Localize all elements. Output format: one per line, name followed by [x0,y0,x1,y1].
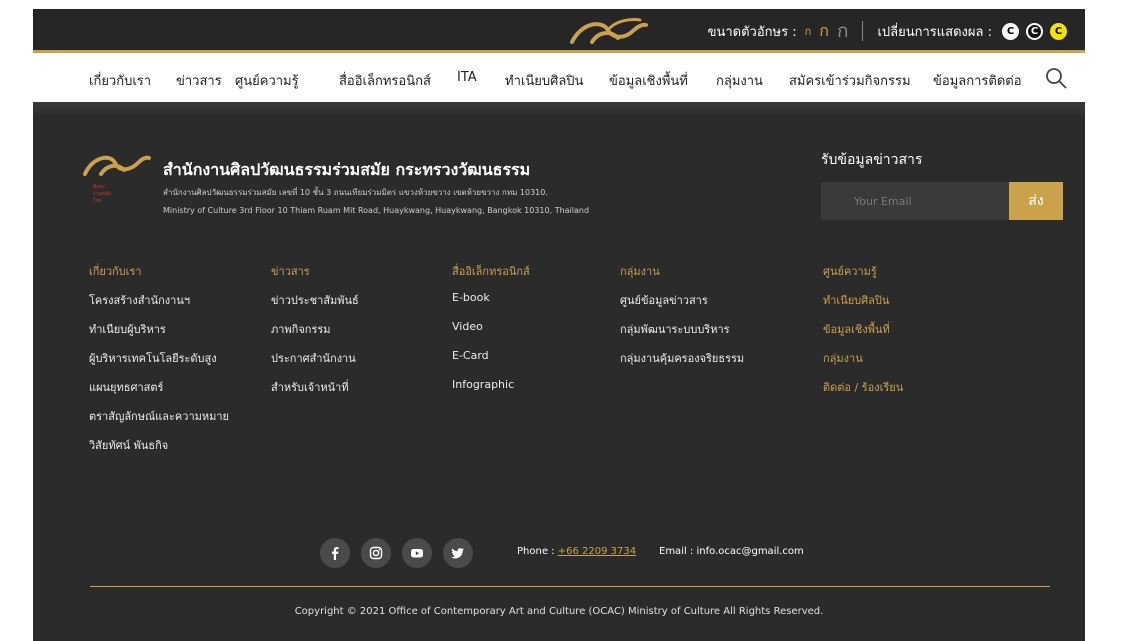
youtube-icon[interactable] [402,538,432,568]
footer-link[interactable]: Infographic [452,378,530,407]
footer-link[interactable]: Video [452,320,530,349]
font-size-medium-button[interactable]: ก [819,19,829,44]
footer-link[interactable]: โครงสร้างสำนักงานฯ [89,291,229,320]
footer-link[interactable]: ภาพกิจกรรม [271,320,359,349]
column-heading[interactable]: สื่ออิเล็กทรอนิกส์ [452,262,530,291]
org-logo-caption: ศิลปะ ร่วมสมัย ไทย [93,184,112,204]
footer-link[interactable]: ทำเนียบผู้บริหาร [89,320,229,349]
nav-item-e-media[interactable]: สื่ออิเล็กทรอนิกส์ [339,70,431,91]
footer-link[interactable]: E-book [452,291,530,320]
phone-link[interactable]: +66 2209 3734 [558,546,636,557]
instagram-icon[interactable] [361,538,391,568]
nav-item-spatial-data[interactable]: ข้อมูลเชิงพื้นที่ [609,70,688,91]
search-icon[interactable] [1044,66,1068,90]
nav-item-work-groups[interactable]: กลุ่มงาน [716,70,763,91]
footer-link[interactable]: ศูนย์ข้อมูลข่าวสาร [620,291,744,320]
address-english: Ministry of Culture 3rd Floor 10 Thiam R… [163,206,590,215]
footer-link[interactable]: กลุ่มงาน [823,349,903,378]
org-logo: ศิลปะ ร่วมสมัย ไทย [81,150,151,206]
nav-item-news[interactable]: ข่าวสาร [176,70,222,91]
footer-column-work-groups: กลุ่มงาน ศูนย์ข้อมูลข่าวสาร กลุ่มพัฒนาระ… [620,262,744,378]
phone-label: Phone : [517,546,558,557]
main-nav: เกี่ยวกับเรา ข่าวสาร ศูนย์ความรู้ สื่ออิ… [33,56,1085,102]
footer-link[interactable]: ตราสัญลักษณ์และความหมาย [89,407,229,436]
footer-column-knowledge: ศูนย์ความรู้ ทำเนียบศิลปิน ข้อมูลเชิงพื้… [823,262,903,407]
footer-link[interactable]: ข่าวประชาสัมพันธ์ [271,291,359,320]
contact-phone: Phone : +66 2209 3734 [517,546,636,557]
footer-column-news: ข่าวสาร ข่าวประชาสัมพันธ์ ภาพกิจกรรม ประ… [271,262,359,407]
font-size-label: ขนาดตัวอักษร : [707,24,797,40]
footer-link[interactable]: ทำเนียบศิลปิน [823,291,903,320]
column-heading[interactable]: ข่าวสาร [271,262,359,291]
contact-email[interactable]: Email : info.ocac@gmail.com [659,546,804,557]
copyright-text: Copyright © 2021 Office of Contemporary … [294,606,824,617]
newsletter-send-button[interactable]: ส่ง [1009,182,1063,220]
nav-item-contact[interactable]: ข้อมูลการติดต่อ [933,70,1022,91]
footer-link[interactable]: กลุ่มงานคุ้มครองจริยธรรม [620,349,744,378]
footer-link[interactable]: E-Card [452,349,530,378]
footer-column-e-media: สื่ออิเล็กทรอนิกส์ E-book Video E-Card I… [452,262,530,407]
font-size-small-button[interactable]: ก [805,22,812,40]
accessibility-controls: ขนาดตัวอักษร : ก ก ก เปลี่ยนการแสดงผล : … [708,9,1067,53]
column-heading[interactable]: ศูนย์ความรู้ [823,262,903,291]
display-mode-label: เปลี่ยนการแสดงผล : [877,24,992,40]
footer-link[interactable]: ข้อมูลเชิงพื้นที่ [823,320,903,349]
nav-item-ita[interactable]: ITA [457,70,477,85]
footer-link[interactable]: สำหรับเจ้าหน้าที่ [271,378,359,407]
footer-link[interactable]: วิสัยทัศน์ พันธกิจ [89,436,229,465]
footer-link[interactable]: ประกาศสำนักงาน [271,349,359,378]
font-size-large-button[interactable]: ก [837,16,849,46]
footer-link[interactable]: แผนยุทธศาสตร์ [89,378,229,407]
twitter-icon[interactable] [443,538,473,568]
footer-top-strip [33,102,1085,118]
footer-link[interactable]: ผู้บริหารเทคโนโลยีระดับสูง [89,349,229,378]
footer-column-about: เกี่ยวกับเรา โครงสร้างสำนักงานฯ ทำเนียบผ… [89,262,229,465]
footer-divider [90,586,1050,587]
nav-item-artists[interactable]: ทำเนียบศิลปิน [505,70,583,91]
ocac-logo-icon[interactable] [568,16,648,46]
contrast-yellow-button[interactable]: C [1050,22,1067,40]
social-links [320,538,484,568]
ocac-emblem-icon [83,155,151,176]
footer-link[interactable]: กลุ่มพัฒนาระบบบริหาร [620,320,744,349]
nav-item-about[interactable]: เกี่ยวกับเรา [89,70,151,91]
nav-item-join-activities[interactable]: สมัครเข้าร่วมกิจกรรม [789,70,911,91]
footer-link[interactable]: ติดต่อ / ร้องเรียน [823,378,903,407]
contrast-dark-button[interactable]: C [1026,22,1043,40]
address-thai: สำนักงานศิลปวัฒนธรรมร่วมสมัย เลขที่ 10 ช… [163,188,548,197]
divider [862,21,864,41]
site-footer: ศิลปะ ร่วมสมัย ไทย สำนักงานศิลปวัฒนธรรมร… [33,102,1085,641]
newsletter-title: รับข้อมูลข่าวสาร [821,152,923,168]
org-name: สำนักงานศิลปวัฒนธรรมร่วมสมัย กระทรวงวัฒน… [163,160,531,179]
facebook-icon[interactable] [320,538,350,568]
nav-item-knowledge[interactable]: ศูนย์ความรู้ [235,70,299,91]
column-heading[interactable]: เกี่ยวกับเรา [89,262,229,291]
top-bar: ขนาดตัวอักษร : ก ก ก เปลี่ยนการแสดงผล : … [33,9,1085,53]
newsletter-email-input[interactable] [821,182,1009,220]
contrast-normal-button[interactable]: C [1002,22,1019,40]
column-heading[interactable]: กลุ่มงาน [620,262,744,291]
